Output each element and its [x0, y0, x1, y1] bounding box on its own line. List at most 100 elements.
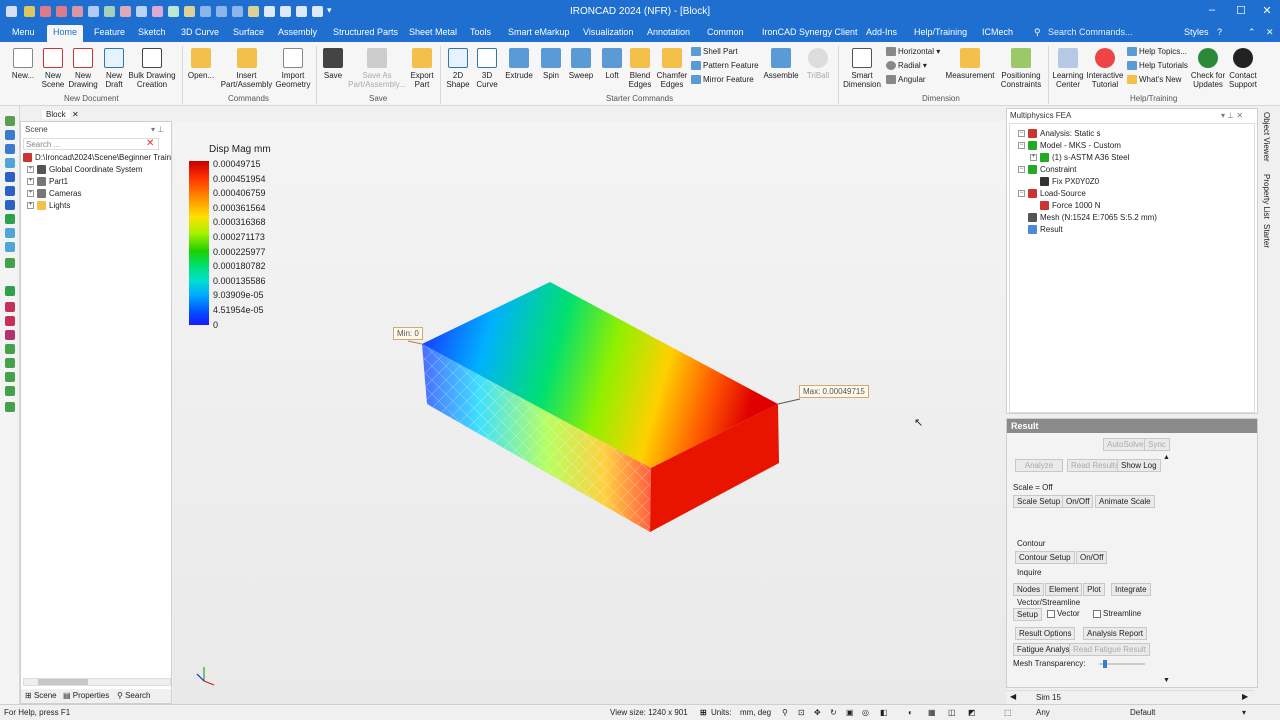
doc-tab-block[interactable]: Block	[42, 110, 70, 119]
tool-icon[interactable]	[5, 228, 15, 238]
integrate-button[interactable]: Integrate	[1111, 583, 1151, 596]
shading-icon[interactable]: ▦	[928, 708, 936, 717]
show-log-button[interactable]: Show Log	[1117, 459, 1161, 472]
tree-item-cameras[interactable]: + Cameras	[27, 189, 81, 199]
tool-icon[interactable]	[5, 130, 15, 140]
animate-scale-button[interactable]: Animate Scale	[1095, 495, 1155, 508]
shell-part-button[interactable]: Shell Part	[691, 47, 738, 57]
tab-surface[interactable]: Surface	[233, 27, 264, 37]
spin-button[interactable]: Spin	[538, 48, 564, 80]
fea-item-fix[interactable]: Fix PX0Y0Z0	[1040, 177, 1099, 187]
pattern-feature-button[interactable]: Pattern Feature	[691, 61, 759, 71]
expand-icon[interactable]: +	[27, 166, 34, 174]
new-draft-button[interactable]: New Draft	[99, 48, 129, 89]
nodes-button[interactable]: Nodes	[1013, 583, 1045, 596]
menu-menu[interactable]: Menu	[12, 27, 35, 37]
positioning-constraints-button[interactable]: Positioning Constraints	[998, 48, 1044, 89]
contour-setup-button[interactable]: Contour Setup	[1015, 551, 1075, 564]
tab-scene[interactable]: ⊞ Scene	[25, 691, 57, 700]
tab-help-training[interactable]: Help/Training	[914, 27, 967, 37]
select-icon[interactable]: ⬚	[1004, 708, 1012, 717]
tree-item-lights[interactable]: + Lights	[27, 201, 70, 211]
loft-button[interactable]: Loft	[600, 48, 624, 80]
expand-icon[interactable]: +	[1030, 154, 1037, 162]
scale-onoff-button[interactable]: On/Off	[1062, 495, 1094, 508]
pan-icon[interactable]: ✥	[814, 708, 821, 717]
fea-item-load-source[interactable]: − Load-Source	[1018, 189, 1086, 199]
expand-icon[interactable]: −	[1018, 142, 1025, 150]
save-button[interactable]: Save	[320, 48, 346, 80]
filter-any[interactable]: Any	[1036, 708, 1050, 717]
slider-thumb[interactable]	[1103, 660, 1107, 668]
save-as-button[interactable]: Save As Part/Assembly...	[346, 48, 408, 89]
read-fatigue-button[interactable]: Read Fatigue Result	[1069, 643, 1150, 656]
fea-pin-icon[interactable]: ▾ ⊥ ✕	[1221, 111, 1243, 120]
tab-sketch[interactable]: Sketch	[138, 27, 166, 37]
new-button[interactable]: New...	[8, 48, 38, 80]
radial-dim-button[interactable]: Radial ▾	[886, 61, 927, 71]
tab-icmech[interactable]: ICMech	[982, 27, 1013, 37]
triball-button[interactable]: TriBall	[804, 48, 832, 80]
fea-item-mesh[interactable]: Mesh (N:1524 E:7065 S:5.2 mm)	[1028, 213, 1157, 223]
check-updates-button[interactable]: Check for Updates	[1189, 48, 1227, 89]
expand-icon[interactable]: −	[1018, 190, 1025, 198]
tab-smart-emarkup[interactable]: Smart eMarkup	[508, 27, 570, 37]
chamfer-edges-button[interactable]: Chamfer Edges	[656, 48, 688, 89]
horizontal-dim-button[interactable]: Horizontal ▾	[886, 47, 940, 57]
tab-structured-parts[interactable]: Structured Parts	[333, 27, 398, 37]
tool-icon[interactable]	[5, 302, 15, 312]
fea-item-result[interactable]: Result	[1028, 225, 1063, 235]
interactive-tutorial-button[interactable]: Interactive Tutorial	[1086, 48, 1124, 89]
tab-3d-curve[interactable]: 3D Curve	[181, 27, 219, 37]
tool-icon[interactable]	[5, 316, 15, 326]
mirror-feature-button[interactable]: Mirror Feature	[691, 75, 754, 85]
bulk-drawing-button[interactable]: Bulk Drawing Creation	[127, 48, 177, 89]
contour-onoff-button[interactable]: On/Off	[1076, 551, 1108, 564]
scroll-down-icon[interactable]: ▼	[1163, 677, 1170, 684]
scene-search-input[interactable]: Search ...	[23, 138, 159, 150]
tab-feature[interactable]: Feature	[94, 27, 125, 37]
sync-button[interactable]: Sync	[1144, 438, 1170, 451]
result-options-button[interactable]: Result Options	[1015, 627, 1076, 640]
tool-icon[interactable]	[5, 186, 15, 196]
import-button[interactable]: Import Geometry	[273, 48, 313, 89]
tab-addins[interactable]: Add-Ins	[866, 27, 897, 37]
tool-icon[interactable]	[5, 358, 15, 368]
tool-icon[interactable]	[5, 386, 15, 396]
open-button[interactable]: Open...	[186, 48, 216, 80]
tab-synergy[interactable]: IronCAD Synergy Client	[762, 27, 858, 37]
new-drawing-button[interactable]: New Drawing	[68, 48, 98, 89]
tool-icon[interactable]	[5, 214, 15, 224]
insert-button[interactable]: Insert Part/Assembly	[219, 48, 274, 89]
learning-center-button[interactable]: Learning Center	[1050, 48, 1086, 89]
search-commands-input[interactable]: Search Commands...	[1048, 27, 1168, 40]
tool-icon[interactable]	[5, 158, 15, 168]
horizontal-scrollbar[interactable]	[23, 678, 171, 686]
fea-item-model[interactable]: − Model - MKS - Custom	[1018, 141, 1121, 151]
rotate-icon[interactable]: ↻	[830, 708, 837, 717]
close-icon[interactable]: ✕	[1257, 4, 1277, 17]
vector-checkbox[interactable]: Vector	[1047, 609, 1080, 618]
sweep-button[interactable]: Sweep	[566, 48, 596, 80]
help-tutorials-button[interactable]: Help Tutorials	[1127, 61, 1188, 71]
analysis-report-button[interactable]: Analysis Report	[1083, 627, 1148, 640]
expand-icon[interactable]: +	[27, 178, 34, 186]
sim-tab[interactable]: Sim 15	[1036, 693, 1061, 702]
element-button[interactable]: Element	[1045, 583, 1083, 596]
tool-icon[interactable]	[5, 242, 15, 252]
close-doc-icon[interactable]: ✕	[1266, 27, 1274, 38]
streamline-checkbox[interactable]: Streamline	[1093, 609, 1141, 618]
read-results-button[interactable]: Read Results	[1067, 459, 1124, 472]
tab-assembly[interactable]: Assembly	[278, 27, 317, 37]
blend-edges-button[interactable]: Blend Edges	[626, 48, 654, 89]
render-icon[interactable]: ◐	[908, 708, 913, 717]
export-part-button[interactable]: Export Part	[408, 48, 436, 89]
tab-properties[interactable]: ▤ Properties	[63, 691, 109, 700]
fea-item-constraint[interactable]: − Constraint	[1018, 165, 1076, 175]
maximize-icon[interactable]: ☐	[1231, 4, 1251, 17]
tree-item-part1[interactable]: + Part1	[27, 177, 68, 187]
tool-icon[interactable]	[5, 402, 15, 412]
mesh-transparency-slider[interactable]	[1099, 660, 1145, 668]
3d-viewport[interactable]: Disp Mag mm 0.00049715 0.000451954 0.00040…	[173, 121, 1006, 704]
contact-support-button[interactable]: Contact Support	[1226, 48, 1260, 89]
